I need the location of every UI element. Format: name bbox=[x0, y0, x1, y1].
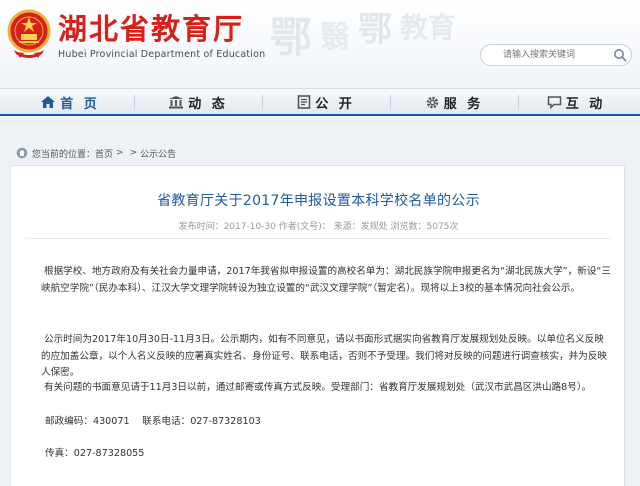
nav-item-news[interactable]: 动 态 bbox=[134, 89, 262, 115]
building-icon bbox=[168, 95, 184, 109]
gear-icon bbox=[425, 95, 440, 110]
site-header: 鄂 翳 鄂 教育 湖北省教育厅 Hubei Provincial Departm… bbox=[0, 0, 640, 88]
paragraph-text: 根据学校、地方政府及有关社会力量申请，2017年我省拟申报设置的高校名单为：湖北… bbox=[41, 266, 611, 294]
nav-item-service[interactable]: 服 务 bbox=[390, 89, 518, 115]
breadcrumb-current-link[interactable]: 公示公告 bbox=[140, 147, 176, 160]
breadcrumb: 您当前的位置： 首页 > > 公示公告 bbox=[10, 143, 625, 163]
article-title: 省教育厅关于2017年申报设置本科学校名单的公示 bbox=[157, 193, 480, 209]
nav-label: 互 动 bbox=[565, 96, 606, 112]
site-subtitle: Hubei Provincial Department of Education bbox=[58, 49, 266, 60]
nav-label: 动 态 bbox=[188, 96, 228, 112]
national-emblem-icon[interactable] bbox=[6, 8, 52, 60]
fax-line: 传真：027-87328055 bbox=[45, 448, 145, 459]
contact-line: 邮政编码：430071 联系电话：027-87328103 bbox=[45, 416, 261, 427]
search-box bbox=[480, 44, 632, 66]
nav-label: 公 开 bbox=[315, 96, 355, 112]
search-icon[interactable] bbox=[612, 47, 628, 63]
chat-icon bbox=[547, 95, 562, 109]
nav-item-interact[interactable]: 互 动 bbox=[518, 89, 634, 115]
title-divider bbox=[25, 238, 610, 239]
breadcrumb-home-link[interactable]: 首页 bbox=[95, 147, 113, 160]
nav-item-open[interactable]: 公 开 bbox=[262, 89, 390, 115]
article-meta: 发布时间：2017-10-30 作者(文号)： 来源：发规处 浏览数：5075次 bbox=[178, 222, 459, 232]
article-panel: 省教育厅关于2017年申报设置本科学校名单的公示 发布时间：2017-10-30… bbox=[10, 165, 625, 486]
paragraph-text: 有关问题的书面意见请于11月3日以前，通过邮寄或传真方式反映。受理部门：省教育厅… bbox=[44, 382, 592, 393]
page: 鄂 翳 鄂 教育 湖北省教育厅 Hubei Provincial Departm… bbox=[0, 0, 640, 486]
document-icon bbox=[297, 95, 311, 109]
location-icon bbox=[16, 147, 28, 159]
watermark-char: 鄂 bbox=[270, 13, 313, 62]
watermark-char: 鄂 bbox=[358, 10, 392, 50]
search-input[interactable] bbox=[503, 47, 607, 63]
nav-label: 服 务 bbox=[443, 96, 484, 112]
watermark-char: 翳 bbox=[320, 20, 350, 55]
article-paragraph: 有关问题的书面意见请于11月3日以前，通过邮寄或传真方式反映。受理部门：省教育厅… bbox=[41, 380, 611, 397]
paragraph-text: 公示时间为2017年10月30日-11月3日。公示期内，如有不同意见，请以书面形… bbox=[41, 334, 608, 378]
main-nav: 首 页 动 态 公 开 服 务 互 动 bbox=[0, 88, 640, 116]
nav-label: 首 页 bbox=[60, 96, 100, 112]
breadcrumb-prefix: 您当前的位置： bbox=[32, 149, 96, 160]
home-icon bbox=[40, 95, 56, 109]
breadcrumb-separator: > bbox=[129, 148, 138, 158]
article-paragraph: 根据学校、地方政府及有关社会力量申请，2017年我省拟申报设置的高校名单为：湖北… bbox=[41, 264, 611, 297]
nav-item-home[interactable]: 首 页 bbox=[6, 89, 134, 115]
article-paragraph: 公示时间为2017年10月30日-11月3日。公示期内，如有不同意见，请以书面形… bbox=[41, 332, 611, 382]
breadcrumb-separator: > bbox=[116, 148, 124, 158]
watermark-char: 教育 bbox=[400, 11, 457, 44]
site-title[interactable]: 湖北省教育厅 bbox=[58, 12, 244, 46]
